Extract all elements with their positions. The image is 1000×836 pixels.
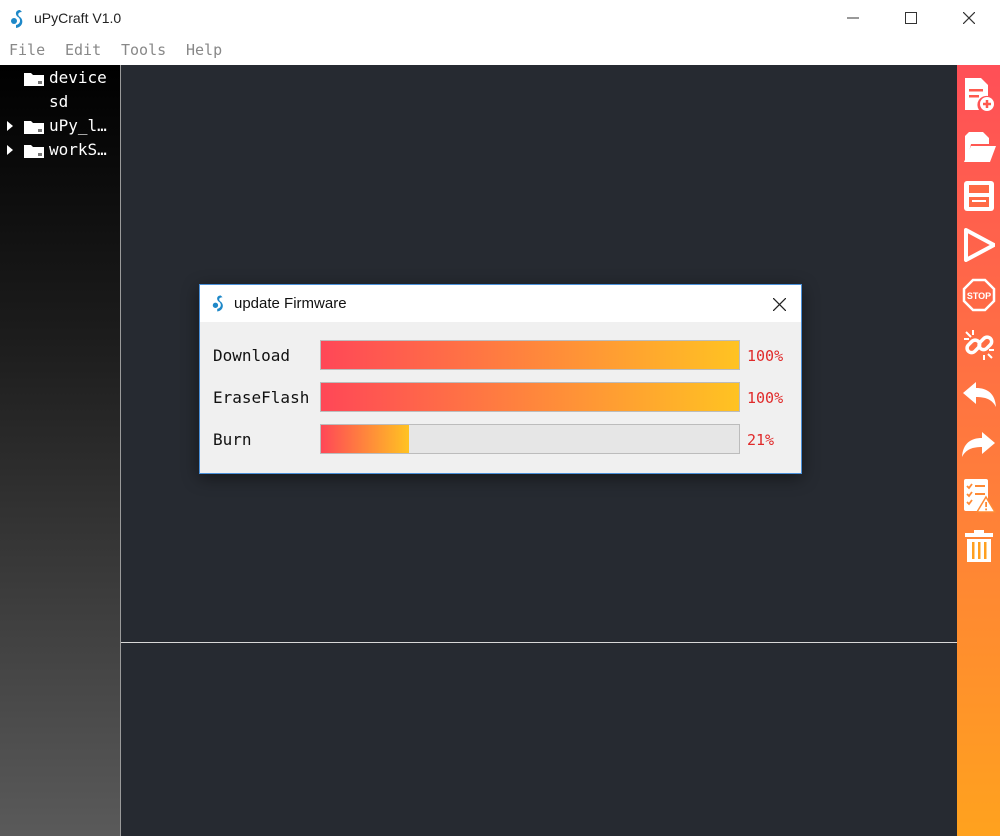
progress-fill [321,425,409,453]
eraseflash-percent: 100% [747,389,784,407]
title-bar: uPyCraft V1.0 [0,0,1000,38]
redo-icon [962,432,995,457]
menu-bar: File Edit Tools Help [0,38,1000,64]
tree-item-workspace[interactable]: workS… [0,139,120,161]
update-firmware-dialog: update Firmware Download 100% EraseFlash… [199,284,802,474]
expand-arrow-icon[interactable] [7,145,13,155]
syntax-check-icon [964,479,996,513]
open-file-button[interactable] [959,127,999,167]
minimize-icon [847,17,859,19]
save-button[interactable] [959,176,999,216]
dialog-title: update Firmware [234,295,347,312]
dialog-title-bar: update Firmware [200,285,801,322]
connect-icon [964,330,994,360]
menu-edit[interactable]: Edit [65,41,101,59]
stop-button[interactable]: STOP [959,275,999,315]
tree-item-device[interactable]: device [0,67,120,89]
dialog-close-button[interactable] [766,291,792,317]
menu-help[interactable]: Help [186,41,222,59]
open-file-icon [964,132,996,162]
folder-icon [24,73,44,86]
redo-button[interactable] [959,425,999,465]
download-percent: 100% [747,347,784,365]
save-icon [964,181,994,211]
close-icon [963,12,975,24]
close-icon [772,297,786,311]
undo-button[interactable] [959,375,999,415]
progress-fill [321,383,739,411]
svg-text:STOP: STOP [967,291,991,301]
close-window-button[interactable] [940,0,998,36]
new-file-button[interactable] [959,74,999,114]
terminal-area[interactable] [121,643,957,836]
connect-button[interactable] [959,325,999,365]
tree-label: sd [49,92,69,111]
app-logo-icon [212,295,223,312]
eraseflash-progress-bar [320,382,740,412]
maximize-button[interactable] [882,0,940,36]
tree-label: uPy_l… [49,116,107,135]
clear-button[interactable] [959,526,999,566]
tree-item-upy-lib[interactable]: uPy_l… [0,115,120,137]
new-file-icon [965,78,994,111]
trash-icon [965,530,993,562]
progress-fill [321,341,739,369]
window-title: uPyCraft V1.0 [34,10,122,26]
stop-icon: STOP [962,278,996,312]
undo-icon [963,382,996,407]
burn-percent: 21% [747,431,775,449]
run-icon [964,228,995,262]
app-logo-icon [11,10,23,28]
file-tree: device sd uPy_l… workS… [0,65,120,836]
menu-file[interactable]: File [9,41,45,59]
run-button[interactable] [959,225,999,265]
burn-label: Burn [213,430,252,449]
eraseflash-label: EraseFlash [213,388,310,407]
folder-icon [24,121,44,134]
folder-icon [24,145,44,158]
expand-arrow-icon[interactable] [7,121,13,131]
minimize-button[interactable] [824,0,882,36]
burn-progress-bar [320,424,740,454]
tree-label: workS… [49,140,107,159]
menu-tools[interactable]: Tools [121,41,166,59]
syntax-check-button[interactable] [959,475,999,515]
tree-label: device [49,68,107,87]
right-toolbar: STOP [957,65,1000,836]
maximize-icon [905,12,917,24]
tree-item-sd[interactable]: sd [0,91,120,113]
download-progress-bar [320,340,740,370]
download-label: Download [213,346,291,365]
